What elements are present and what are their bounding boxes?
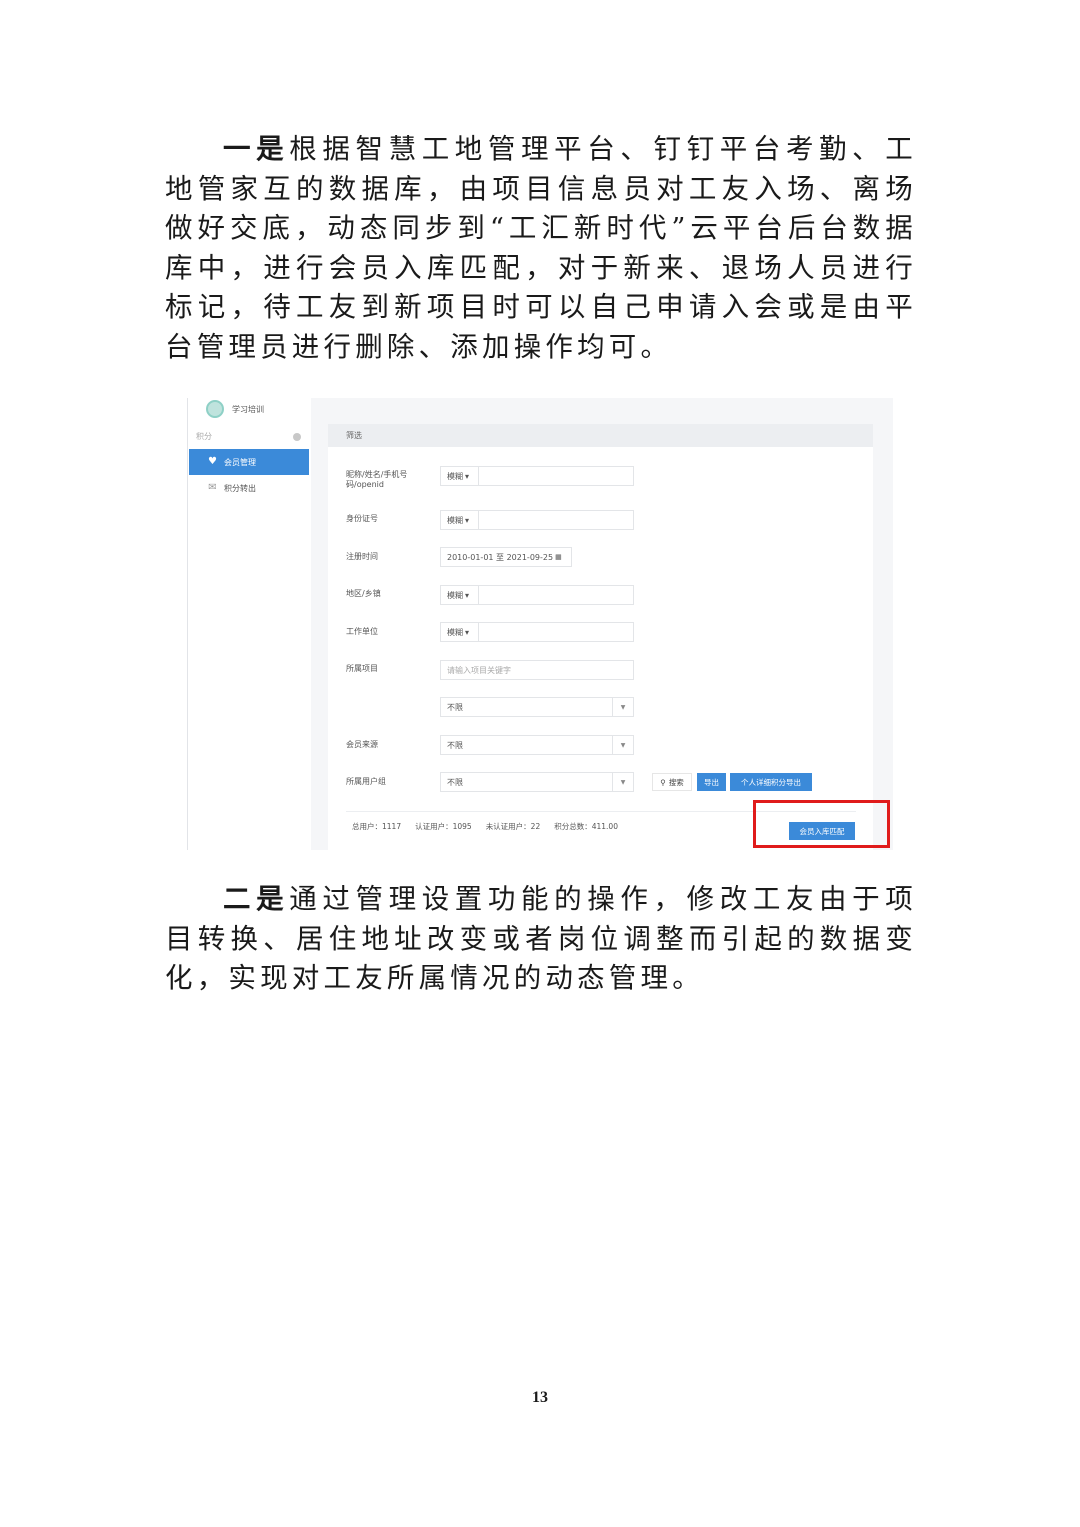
area-mode-dropdown[interactable]: 模糊 ▾ [441, 586, 479, 604]
sidebar-top-label: 学习培训 [232, 404, 264, 414]
sidebar-item-points-transfer[interactable]: ✉ 积分转出 [189, 475, 309, 501]
work-unit-filter: 模糊 ▾ [440, 622, 634, 642]
area-input[interactable] [479, 586, 633, 604]
work-unit-mode-dropdown[interactable]: 模糊 ▾ [441, 623, 479, 641]
sidebar-item-member-management[interactable]: ♥ 会员管理 [189, 449, 309, 475]
embedded-screenshot: 学习培训 积分 ♥ 会员管理 ✉ 积分转出 筛选 昵称/姓名/手机号码/open… [187, 398, 893, 850]
collapse-dot-icon [293, 432, 301, 441]
heart-icon: ♥ [208, 456, 217, 467]
id-label: 身份证号 [346, 514, 378, 523]
mail-icon: ✉ [208, 482, 217, 493]
area-filter: 模糊 ▾ [440, 585, 634, 605]
paragraph-2: 二是通过管理设置功能的操作，修改工友由于项目转换、居住地址改变或者岗位调整而引起… [165, 880, 917, 999]
main-area: 筛选 昵称/姓名/手机号码/openid 模糊 ▾ 身份证号 模糊 ▾ 注册时间 2… [311, 398, 893, 850]
paragraph-1: 一是根据智慧工地管理平台、钉钉平台考勤、工地管家互的数据库，由项目信息员对工友入… [165, 130, 917, 368]
source-label: 会员来源 [346, 740, 378, 749]
project-select[interactable]: 不限 ▼ [440, 697, 634, 717]
filter-panel: 筛选 昵称/姓名/手机号码/openid 模糊 ▾ 身份证号 模糊 ▾ 注册时间 2… [328, 424, 873, 850]
stats-bar: 总用户：1117 认证用户：1095 未认证用户：22 积分总数：411.00 [352, 821, 618, 832]
panel-title: 筛选 [328, 424, 873, 447]
name-mode-dropdown[interactable]: 模糊 ▾ [441, 467, 479, 485]
id-mode-dropdown[interactable]: 模糊 ▾ [441, 511, 479, 529]
paragraph-1-lead: 一是 [223, 133, 290, 165]
name-label: 昵称/姓名/手机号码/openid [346, 470, 408, 489]
paragraph-1-text: 根据智慧工地管理平台、钉钉平台考勤、工地管家互的数据库，由项目信息员对工友入场、… [165, 133, 917, 363]
user-group-label: 所属用户组 [346, 777, 386, 786]
sidebar: 学习培训 积分 ♥ 会员管理 ✉ 积分转出 [187, 398, 312, 850]
chevron-down-icon: ▼ [612, 698, 633, 716]
caret-down-icon: ▾ [465, 515, 470, 525]
stat-total: 总用户：1117 [352, 822, 402, 831]
caret-down-icon: ▾ [465, 471, 470, 481]
paragraph-2-lead: 二是 [223, 883, 290, 915]
stat-verified: 认证用户：1095 [415, 822, 472, 831]
chevron-down-icon: ▼ [612, 773, 633, 791]
page-number: 13 [532, 1389, 548, 1406]
work-unit-label: 工作单位 [346, 627, 378, 636]
sidebar-item-label: 会员管理 [224, 457, 256, 467]
sidebar-top-item[interactable]: 学习培训 [206, 400, 264, 418]
reg-time-label: 注册时间 [346, 552, 378, 561]
caret-down-icon: ▾ [465, 590, 470, 600]
name-input[interactable] [479, 467, 633, 485]
work-unit-input[interactable] [479, 623, 633, 641]
chevron-down-icon: ▼ [612, 736, 633, 754]
id-input[interactable] [479, 511, 633, 529]
sidebar-section-header[interactable]: 积分 [196, 431, 301, 442]
source-select[interactable]: 不限 ▼ [440, 735, 634, 755]
search-icon: ⚲ [660, 777, 666, 787]
project-label: 所属项目 [346, 664, 378, 673]
project-search-input[interactable]: 请输入项目关键字 [440, 660, 634, 680]
user-group-select[interactable]: 不限 ▼ [440, 772, 634, 792]
highlight-box [753, 800, 890, 848]
stat-unverified: 未认证用户：22 [485, 822, 541, 831]
id-filter: 模糊 ▾ [440, 510, 634, 530]
reg-time-picker[interactable]: 2010-01-01 至 2021-09-25 ▦ [440, 547, 572, 567]
export-button[interactable]: 导出 [697, 773, 726, 791]
detail-points-export-button[interactable]: 个人详细积分导出 [730, 773, 812, 791]
area-label: 地区/乡镇 [346, 589, 381, 598]
search-button[interactable]: ⚲ 搜索 [652, 773, 692, 791]
calendar-icon: ▦ [555, 553, 562, 561]
avatar [206, 400, 224, 418]
sidebar-item-label: 积分转出 [224, 483, 256, 493]
caret-down-icon: ▾ [465, 627, 470, 637]
name-filter: 模糊 ▾ [440, 466, 634, 486]
stat-points: 积分总数：411.00 [554, 822, 618, 831]
sidebar-section-label: 积分 [196, 432, 212, 441]
